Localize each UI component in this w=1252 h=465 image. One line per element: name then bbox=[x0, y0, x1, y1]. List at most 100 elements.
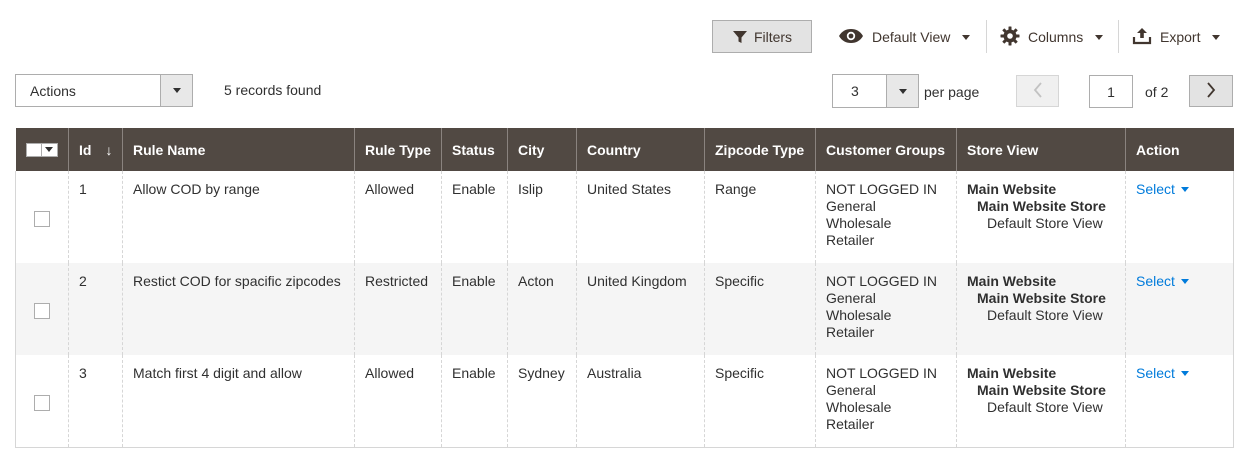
chevron-down-icon bbox=[1180, 279, 1189, 284]
cell-city: Islip bbox=[507, 171, 577, 263]
rules-grid: Id ↓ Rule Name Rule Type Status City Coun… bbox=[15, 128, 1234, 448]
cell-rule-name: Restict COD for spacific zipcodes bbox=[122, 263, 355, 355]
col-status[interactable]: Status bbox=[441, 128, 508, 171]
store-view-name: Default Store View bbox=[987, 215, 1103, 231]
store-name: Main Website Store bbox=[977, 382, 1106, 398]
export-dropdown[interactable]: Export bbox=[1132, 22, 1221, 52]
col-id-label: Id bbox=[79, 141, 92, 158]
cell-store-view: Main Website Main Website Store Default … bbox=[956, 171, 1126, 263]
eye-icon bbox=[838, 28, 864, 47]
group-item: NOT LOGGED IN bbox=[826, 273, 937, 289]
group-item: General bbox=[826, 290, 876, 306]
cell-status: Enable bbox=[441, 263, 508, 355]
cell-zipcode-type: Range bbox=[704, 171, 816, 263]
filter-icon bbox=[732, 29, 748, 45]
store-view-name: Default Store View bbox=[987, 399, 1103, 415]
cell-city: Sydney bbox=[507, 355, 577, 448]
chevron-down-icon[interactable] bbox=[41, 142, 58, 157]
mass-select-dropdown[interactable] bbox=[25, 142, 59, 157]
cell-id: 3 bbox=[68, 355, 123, 448]
table-row: 1 Allow COD by range Allowed Enable Isli… bbox=[15, 171, 1234, 263]
chevron-right-icon bbox=[1206, 81, 1216, 101]
select-all-checkbox[interactable] bbox=[25, 142, 42, 157]
gear-icon bbox=[1000, 26, 1020, 49]
cell-action: Select bbox=[1125, 355, 1234, 448]
mass-actions-select[interactable]: Actions bbox=[15, 74, 193, 107]
row-checkbox[interactable] bbox=[34, 211, 50, 227]
cell-zipcode-type: Specific bbox=[704, 355, 816, 448]
col-zipcode-type[interactable]: Zipcode Type bbox=[704, 128, 816, 171]
previous-page-button[interactable] bbox=[1016, 75, 1059, 107]
filters-button[interactable]: Filters bbox=[712, 20, 812, 53]
toolbar-divider bbox=[1118, 20, 1119, 53]
store-name: Main Website Store bbox=[977, 290, 1106, 306]
col-store-view[interactable]: Store View bbox=[956, 128, 1126, 171]
group-item: Wholesale bbox=[826, 399, 892, 415]
chevron-down-icon bbox=[886, 75, 918, 107]
cell-rule-type: Allowed bbox=[354, 355, 442, 448]
select-label: Select bbox=[1136, 365, 1175, 381]
store-website: Main Website bbox=[967, 273, 1057, 289]
cell-id: 2 bbox=[68, 263, 123, 355]
select-all-header bbox=[15, 128, 69, 171]
store-view-name: Default Store View bbox=[987, 307, 1103, 323]
col-rule-type[interactable]: Rule Type bbox=[354, 128, 442, 171]
cell-country: United States bbox=[576, 171, 705, 263]
view-label: Default View bbox=[872, 29, 951, 45]
row-action-select[interactable]: Select bbox=[1136, 273, 1189, 290]
group-item: Retailer bbox=[826, 416, 875, 432]
group-item: Wholesale bbox=[826, 307, 892, 323]
toolbar-divider bbox=[986, 20, 987, 53]
col-id[interactable]: Id ↓ bbox=[68, 128, 123, 171]
chevron-down-icon bbox=[1180, 187, 1189, 192]
store-website: Main Website bbox=[967, 181, 1057, 197]
cell-action: Select bbox=[1125, 171, 1234, 263]
cell-id: 1 bbox=[68, 171, 123, 263]
chevron-down-icon bbox=[962, 34, 971, 40]
export-label: Export bbox=[1160, 29, 1201, 45]
view-dropdown[interactable]: Default View bbox=[838, 22, 971, 52]
next-page-button[interactable] bbox=[1189, 75, 1233, 107]
group-item: NOT LOGGED IN bbox=[826, 365, 937, 381]
chevron-down-icon bbox=[1212, 34, 1221, 40]
actions-label: Actions bbox=[30, 82, 76, 99]
current-page-input[interactable] bbox=[1089, 75, 1133, 108]
columns-dropdown[interactable]: Columns bbox=[1000, 22, 1104, 52]
group-item: General bbox=[826, 198, 876, 214]
cell-zipcode-type: Specific bbox=[704, 263, 816, 355]
select-label: Select bbox=[1136, 273, 1175, 289]
select-label: Select bbox=[1136, 181, 1175, 197]
group-item: NOT LOGGED IN bbox=[826, 181, 937, 197]
row-checkbox[interactable] bbox=[34, 394, 50, 411]
per-page-value: 3 bbox=[851, 83, 859, 99]
group-item: Retailer bbox=[826, 232, 875, 248]
group-item: Wholesale bbox=[826, 215, 892, 231]
cell-rule-type: Allowed bbox=[354, 171, 442, 263]
cell-customer-groups: NOT LOGGED IN General Wholesale Retailer bbox=[815, 355, 957, 448]
col-country[interactable]: Country bbox=[576, 128, 705, 171]
row-action-select[interactable]: Select bbox=[1136, 365, 1189, 382]
table-row: 2 Restict COD for spacific zipcodes Rest… bbox=[15, 263, 1234, 355]
cell-status: Enable bbox=[441, 171, 508, 263]
row-checkbox[interactable] bbox=[34, 303, 50, 319]
row-action-select[interactable]: Select bbox=[1136, 181, 1189, 198]
group-item: General bbox=[826, 382, 876, 398]
records-count: 5 records found bbox=[224, 82, 322, 98]
col-rule-name[interactable]: Rule Name bbox=[122, 128, 355, 171]
cell-store-view: Main Website Main Website Store Default … bbox=[956, 263, 1126, 355]
cell-status: Enable bbox=[441, 355, 508, 448]
chevron-down-icon bbox=[1095, 34, 1104, 40]
table-row: 3 Match first 4 digit and allow Allowed … bbox=[15, 355, 1234, 448]
col-city[interactable]: City bbox=[507, 128, 577, 171]
chevron-down-icon bbox=[1180, 371, 1189, 376]
row-checkbox-cell bbox=[15, 355, 69, 448]
cell-store-view: Main Website Main Website Store Default … bbox=[956, 355, 1126, 448]
col-customer-groups[interactable]: Customer Groups bbox=[815, 128, 957, 171]
group-item: Retailer bbox=[826, 324, 875, 340]
row-checkbox-cell bbox=[15, 263, 69, 355]
export-icon bbox=[1132, 27, 1152, 48]
total-pages-label: of 2 bbox=[1145, 84, 1169, 100]
per-page-select[interactable]: 3 bbox=[832, 74, 919, 108]
store-name: Main Website Store bbox=[977, 198, 1106, 214]
sort-arrow-icon: ↓ bbox=[105, 141, 113, 158]
